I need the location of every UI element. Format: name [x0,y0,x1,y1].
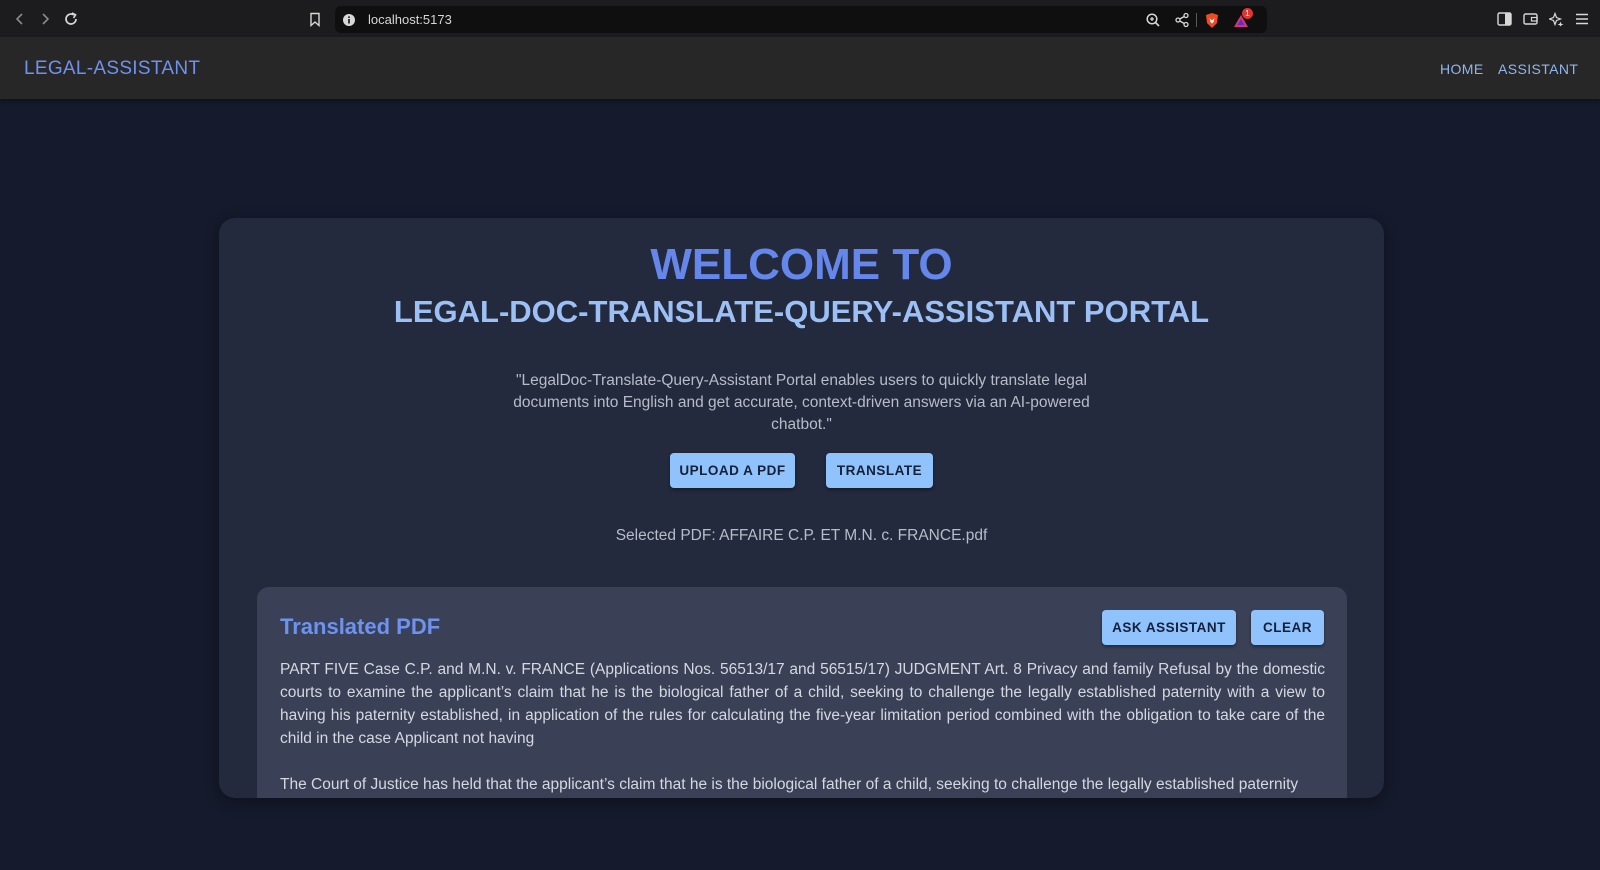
translated-pdf-panel: Translated PDF ASK ASSISTANT CLEAR PART … [257,587,1347,798]
translated-text: PART FIVE Case C.P. and M.N. v. FRANCE (… [280,658,1325,798]
translated-paragraph: The Court of Justice has held that the a… [280,776,1299,793]
menu-icon[interactable] [1573,10,1591,28]
url-text[interactable]: localhost:5173 [368,12,452,27]
portal-title: LEGAL-DOC-TRANSLATE-QUERY-ASSISTANT PORT… [393,294,1210,329]
translated-paragraph: PART FIVE Case C.P. and M.N. v. FRANCE (… [280,661,1325,747]
site-info-icon[interactable] [340,11,358,29]
notification-badge: 1 [1242,8,1253,19]
app-header: LEGAL-ASSISTANT HOME ASSISTANT [0,38,1600,99]
back-icon[interactable] [10,9,30,29]
address-bar[interactable]: localhost:5173 1 [335,6,1267,33]
bookmark-icon[interactable] [305,9,325,29]
browser-toolbar: localhost:5173 1 [0,0,1600,38]
wallet-icon[interactable] [1521,10,1539,28]
upload-pdf-button[interactable]: UPLOAD A PDF [670,453,795,488]
portal-tagline: "LegalDoc-Translate-Query-Assistant Port… [513,372,1090,433]
welcome-card: WELCOME TO LEGAL-DOC-TRANSLATE-QUERY-ASS… [219,218,1384,798]
brave-shield-icon[interactable] [1203,11,1221,29]
clear-button[interactable]: CLEAR [1251,610,1324,645]
reload-icon[interactable] [61,9,81,29]
nav-home-link[interactable]: HOME [1440,61,1484,77]
translated-pdf-title: Translated PDF [280,614,441,639]
welcome-heading: WELCOME TO [650,240,953,289]
translate-button[interactable]: TRANSLATE [826,453,933,488]
forward-icon[interactable] [35,9,55,29]
leo-ai-icon[interactable] [1547,10,1565,28]
url-divider [1196,13,1197,27]
zoom-icon[interactable] [1144,11,1162,29]
selected-pdf-text: Selected PDF: AFFAIRE C.P. ET M.N. c. FR… [615,527,988,544]
app-logo[interactable]: LEGAL-ASSISTANT [24,58,200,80]
nav-assistant-link[interactable]: ASSISTANT [1498,61,1578,77]
sidebar-toggle-icon[interactable] [1495,10,1513,28]
ask-assistant-button[interactable]: ASK ASSISTANT [1102,610,1236,645]
share-icon[interactable] [1173,11,1191,29]
